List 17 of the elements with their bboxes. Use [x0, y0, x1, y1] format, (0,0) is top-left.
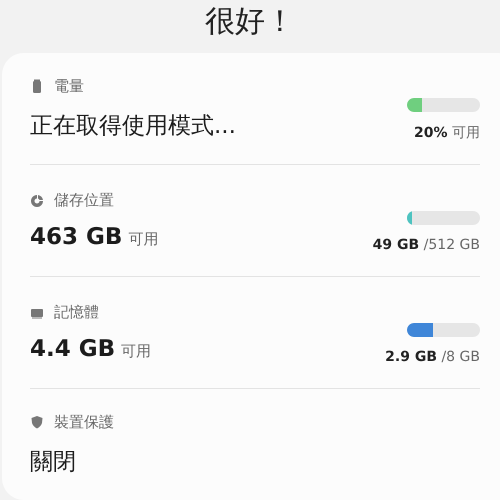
pie-chart-icon: [30, 194, 44, 208]
section-label: 裝置保護: [54, 412, 114, 432]
value-suffix: 可用: [121, 342, 152, 361]
value-text: 463 GB: [30, 224, 122, 250]
section-label: 記憶體: [54, 303, 99, 322]
value-text: 4.4 GB: [30, 336, 116, 362]
shield-icon: [30, 415, 44, 429]
page-title: 很好！: [205, 3, 295, 41]
usage-reading: 2.9 GB /8 GB: [385, 348, 480, 364]
battery-icon: [30, 79, 44, 93]
value-text: 關閉: [30, 448, 76, 476]
section-label: 儲存位置: [54, 191, 114, 210]
usage-reading: 20% 可用: [414, 124, 480, 142]
value-text: 正在取得使用模式...: [30, 112, 236, 140]
section-label: 電量: [54, 76, 84, 96]
value-suffix: 可用: [128, 230, 158, 249]
usage-reading: 49 GB /512 GB: [372, 236, 480, 252]
